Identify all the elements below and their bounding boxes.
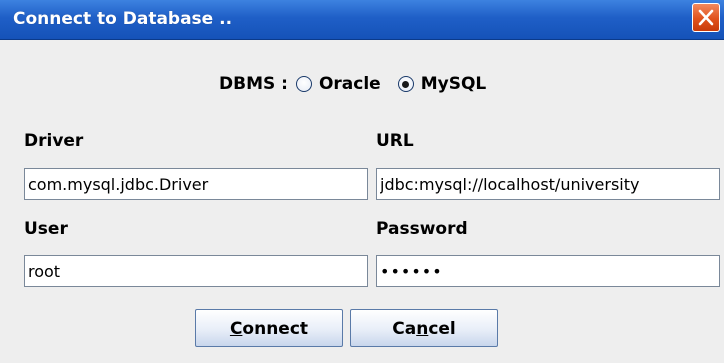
driver-label: Driver [24,131,84,151]
password-field[interactable] [376,255,720,287]
cancel-button[interactable]: Cancel [350,309,498,347]
connect-button[interactable]: Connect [195,309,343,347]
cancel-label-prefix: Ca [392,319,417,339]
url-field[interactable] [376,168,720,200]
radio-mysql[interactable]: MySQL [397,74,487,94]
password-label: Password [376,219,468,239]
connect-mnemonic: C [229,319,243,339]
url-label: URL [376,131,414,151]
dbms-selector: DBMS : Oracle MySQL [219,72,503,96]
title-bar[interactable]: Connect to Database .. [0,0,724,40]
cancel-label-rest: cel [428,319,456,339]
radio-mysql-indicator[interactable] [397,76,414,92]
connect-label-rest: onnect [242,319,309,339]
cancel-mnemonic: n [416,319,429,339]
radio-oracle-label: Oracle [318,74,381,94]
radio-oracle[interactable]: Oracle [295,74,381,94]
connect-dialog: Connect to Database .. DBMS : Oracle MyS… [0,0,724,363]
window-title: Connect to Database .. [13,9,233,29]
radio-oracle-indicator[interactable] [295,76,312,92]
radio-mysql-label: MySQL [420,74,487,94]
user-label: User [24,219,68,239]
dbms-label: DBMS : [219,74,288,94]
driver-field[interactable] [24,168,368,200]
close-button[interactable] [692,3,720,32]
user-field[interactable] [24,255,368,287]
close-icon [698,9,714,26]
